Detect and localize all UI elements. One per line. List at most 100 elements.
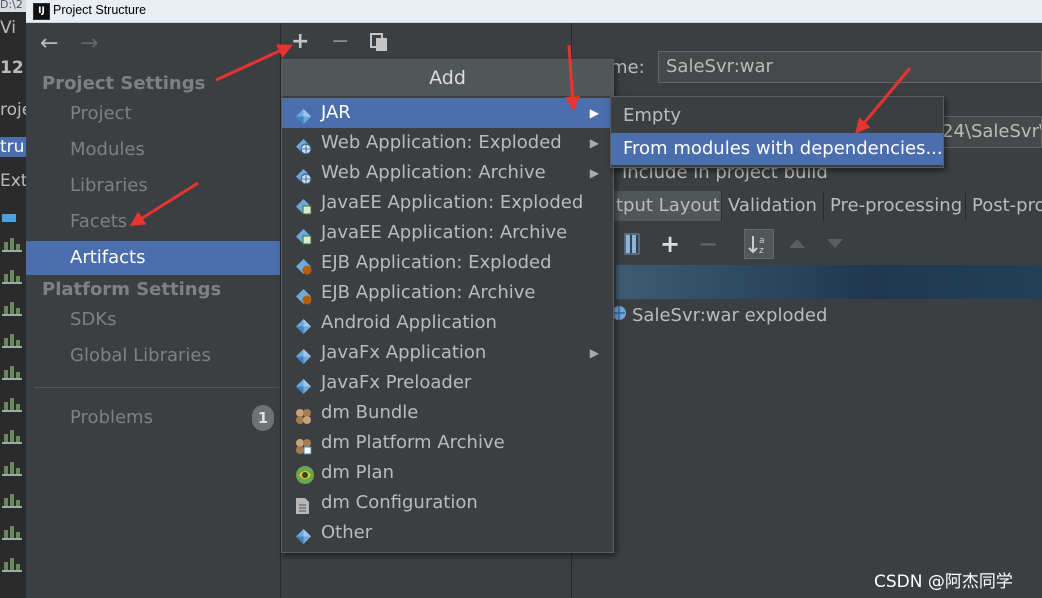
menu-item-label: dm Platform Archive [321, 432, 505, 453]
add-icon[interactable]: + [291, 31, 309, 53]
menu-item-android-application[interactable]: Android Application [282, 308, 613, 338]
submenu-arrow-icon: ▶ [589, 346, 599, 360]
module-icon [2, 462, 22, 476]
bg-text: Ext [0, 171, 26, 191]
folder-icon [2, 208, 22, 222]
menu-item-javafx-preloader[interactable]: JavaFx Preloader [282, 368, 613, 398]
show-content-icon[interactable] [624, 233, 642, 259]
svg-text:z: z [759, 246, 764, 256]
menu-item-label: EJB Application: Exploded [321, 252, 552, 273]
remove-icon[interactable]: − [331, 31, 349, 53]
module-icon [2, 430, 22, 444]
module-icon [2, 238, 22, 252]
menu-item-label: JAR [321, 102, 351, 123]
menu-item-label: JavaFx Preloader [321, 372, 472, 393]
submenu-item-from-modules[interactable]: From modules with dependencies... [611, 133, 943, 165]
menu-item-label: Other [321, 522, 373, 543]
settings-sidebar: ← → Project Settings Project Modules Lib… [26, 23, 281, 598]
sidebar-item-facets[interactable]: Facets [26, 205, 280, 239]
intellij-app-icon: IJ [33, 3, 50, 20]
module-icon [2, 526, 22, 540]
sort-icon[interactable]: az [744, 229, 774, 259]
sidebar-item-libraries[interactable]: Libraries [26, 169, 280, 203]
menu-item-label: JavaEE Application: Archive [321, 222, 568, 243]
menu-item-label: JavaEE Application: Exploded [321, 192, 584, 213]
menu-header: Add [282, 60, 613, 96]
divider [34, 387, 280, 388]
arrow-right-icon[interactable]: → [80, 33, 98, 55]
tab-pre-processing[interactable]: Pre-processing [824, 191, 966, 221]
submenu-item-empty[interactable]: Empty [611, 100, 943, 132]
menu-item-web-application-exploded[interactable]: Web Application: Exploded ▶ [282, 128, 613, 158]
add-element-icon[interactable]: + [660, 230, 680, 258]
menu-item-web-application-archive[interactable]: Web Application: Archive ▶ [282, 158, 613, 188]
submenu-arrow-icon: ▶ [589, 106, 599, 120]
artifact-name-input[interactable]: SaleSvr:war [658, 51, 1042, 83]
sidebar-item-global-libraries[interactable]: Global Libraries [26, 339, 280, 373]
arrow-left-icon[interactable]: ← [40, 33, 58, 55]
bg-text: 12 [0, 58, 24, 78]
menu-item-other[interactable]: Other [282, 518, 613, 548]
sidebar-item-modules[interactable]: Modules [26, 133, 280, 167]
menu-item-dm-plan[interactable]: dm Plan [282, 458, 613, 488]
module-icon [2, 366, 22, 380]
module-icon [2, 302, 22, 316]
plan-icon [295, 465, 314, 484]
name-label: me: [610, 57, 645, 78]
move-down-icon[interactable] [826, 236, 844, 255]
module-icon [2, 334, 22, 348]
module-icon [2, 494, 22, 508]
move-up-icon[interactable] [788, 235, 806, 254]
artifact-icon [295, 315, 312, 334]
ejb-artifact-icon [295, 285, 312, 305]
menu-item-label: Android Application [321, 312, 497, 333]
web-artifact-icon [295, 165, 312, 185]
menu-item-label: Web Application: Archive [321, 162, 546, 183]
menu-item-javaee-application-exploded[interactable]: JavaEE Application: Exploded [282, 188, 613, 218]
menu-item-label: dm Plan [321, 462, 394, 483]
menu-item-jar[interactable]: JAR ▶ [282, 98, 613, 128]
watermark: CSDN @阿杰同学 [874, 572, 1013, 592]
tab-post-processing[interactable]: Post-pro [966, 191, 1042, 221]
module-icon [2, 558, 22, 572]
menu-item-ejb-application-archive[interactable]: EJB Application: Archive [282, 278, 613, 308]
bg-text: tru [0, 137, 26, 157]
ejb-artifact-icon [295, 255, 312, 275]
output-directory-input[interactable]: 24\SaleSvr\t [934, 116, 1042, 148]
menu-item-javaee-application-archive[interactable]: JavaEE Application: Archive [282, 218, 613, 248]
module-icon [2, 270, 22, 284]
menu-item-javafx-application[interactable]: JavaFx Application ▶ [282, 338, 613, 368]
artifact-icon [295, 525, 312, 544]
bg-text: Vi [0, 18, 16, 38]
window-title: Project Structure [53, 3, 147, 17]
blurred-region [616, 265, 1042, 299]
jar-submenu: Empty From modules with dependencies... [610, 96, 944, 168]
tab-output-layout[interactable]: tput Layout [610, 191, 722, 221]
javaee-artifact-icon [295, 225, 312, 245]
module-icon [2, 398, 22, 412]
menu-item-ejb-application-exploded[interactable]: EJB Application: Exploded [282, 248, 613, 278]
copy-icon[interactable] [369, 32, 389, 57]
artifact-icon [295, 375, 312, 394]
web-artifact-icon [295, 135, 312, 155]
menu-item-label: dm Configuration [321, 492, 478, 513]
sidebar-item-artifacts[interactable]: Artifacts [26, 241, 280, 275]
javaee-artifact-icon [295, 195, 312, 215]
tab-validation[interactable]: Validation [722, 191, 824, 221]
menu-item-dm-configuration[interactable]: dm Configuration [282, 488, 613, 518]
sidebar-item-sdks[interactable]: SDKs [26, 303, 280, 337]
bundle-icon [295, 405, 312, 424]
menu-item-dm-bundle[interactable]: dm Bundle [282, 398, 613, 428]
menu-item-label: dm Bundle [321, 402, 419, 423]
sidebar-item-problems[interactable]: Problems [26, 401, 280, 435]
sidebar-item-project[interactable]: Project [26, 97, 280, 131]
tree-item-exploded-artifact[interactable]: SaleSvr:war exploded [632, 305, 827, 326]
file-icon [295, 495, 312, 514]
title-bar[interactable]: IJ Project Structure [26, 0, 1042, 23]
platform-archive-icon [295, 435, 312, 455]
menu-item-dm-platform-archive[interactable]: dm Platform Archive [282, 428, 613, 458]
background-editor-strip: D:\2 Vi 12 roje tru Ext [0, 0, 26, 598]
remove-element-icon[interactable]: − [698, 230, 718, 258]
problems-count-badge: 1 [252, 405, 274, 431]
bg-text: roje [0, 100, 26, 120]
